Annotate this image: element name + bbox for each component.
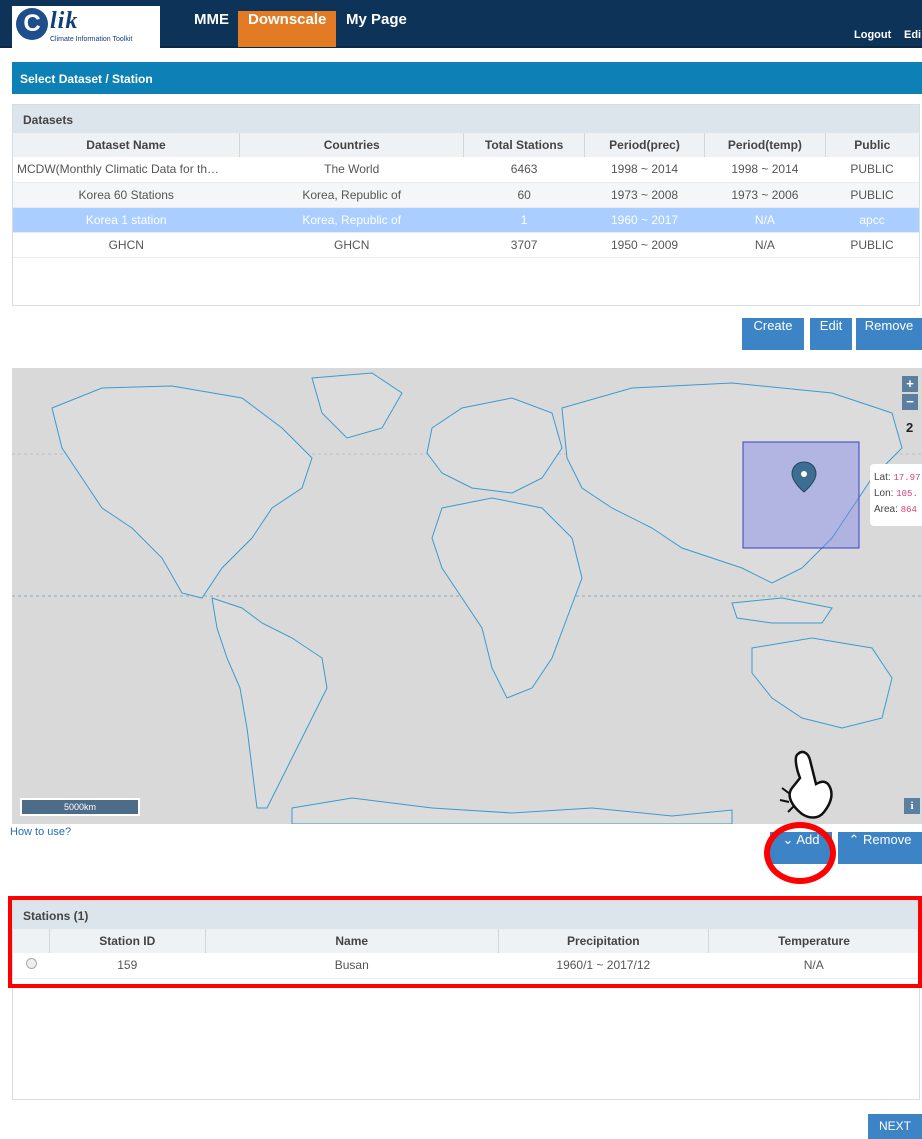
dataset-name: Korea 60 Stations xyxy=(13,182,240,208)
dataset-name: MCDW(Monthly Climatic Data for th… xyxy=(13,157,240,183)
edit-profile-link[interactable]: Edi xyxy=(904,29,921,41)
logo[interactable]: C lik Climate Information Toolkit xyxy=(12,6,160,48)
logo-letter: C xyxy=(16,8,48,40)
remove-station-button[interactable]: ⌃ Remove xyxy=(838,832,922,864)
remove-station-label: Remove xyxy=(863,832,912,847)
next-button[interactable]: NEXT xyxy=(868,1114,922,1139)
popup-area-label: Area: xyxy=(874,504,898,515)
dataset-total-stations: 1 xyxy=(463,207,585,233)
zoom-out-button[interactable]: − xyxy=(902,394,918,410)
how-to-use-link[interactable]: How to use? xyxy=(10,826,71,838)
logout-link[interactable]: Logout xyxy=(854,29,891,41)
dataset-country: The World xyxy=(239,157,464,183)
dataset-period-temp: 1973 ~ 2006 xyxy=(704,182,826,208)
dataset-public: PUBLIC xyxy=(825,232,919,258)
datasets-panel: Datasets Dataset Name Countries Total St… xyxy=(12,104,920,306)
datasets-title: Datasets xyxy=(13,105,919,133)
dataset-row[interactable]: Korea 60 Stations Korea, Republic of 60 … xyxy=(13,182,919,208)
popup-lon-value: 105. xyxy=(896,489,918,499)
create-dataset-button[interactable]: Create xyxy=(742,318,804,350)
column-header[interactable]: Period(prec) xyxy=(583,133,705,157)
column-header[interactable]: Public xyxy=(824,133,919,157)
popup-area-value: 864 xyxy=(900,505,917,515)
page-title: Select Dataset / Station xyxy=(12,62,922,94)
column-header[interactable]: Total Stations xyxy=(463,133,585,157)
map-count: 2 xyxy=(906,420,914,435)
logo-subtitle: Climate Information Toolkit xyxy=(50,36,133,43)
dataset-period-temp: N/A xyxy=(704,207,826,233)
dataset-total-stations: 6463 xyxy=(463,157,585,183)
popup-lat-value: 17.97 xyxy=(893,473,921,483)
map-info-button[interactable]: i xyxy=(904,798,920,814)
edit-dataset-button[interactable]: Edit xyxy=(810,318,852,350)
selection-popup: Lat: 17.97 Lon: 105. Area: 864 xyxy=(870,464,922,526)
dataset-period-temp: 1998 ~ 2014 xyxy=(704,157,826,183)
dataset-period-prec: 1973 ~ 2008 xyxy=(584,182,705,208)
datasets-header-row: Dataset Name Countries Total Stations Pe… xyxy=(13,133,919,157)
column-header[interactable]: Dataset Name xyxy=(13,133,240,157)
dataset-period-prec: 1950 ~ 2009 xyxy=(584,232,705,258)
logo-word: lik xyxy=(50,8,79,34)
highlight-box xyxy=(8,896,922,988)
remove-dataset-button[interactable]: Remove xyxy=(856,318,922,350)
dataset-row-selected[interactable]: Korea 1 station Korea, Republic of 1 196… xyxy=(13,207,919,233)
dataset-name: Korea 1 station xyxy=(13,207,240,233)
nav-mme[interactable]: MME xyxy=(184,11,239,47)
dataset-total-stations: 3707 xyxy=(463,232,585,258)
popup-lon-label: Lon: xyxy=(874,488,894,499)
nav-downscale[interactable]: Downscale xyxy=(238,11,337,47)
dataset-period-prec: 1998 ~ 2014 xyxy=(584,157,705,183)
popup-lat-label: Lat: xyxy=(874,472,891,483)
dataset-period-prec: 1960 ~ 2017 xyxy=(584,207,705,233)
chevron-up-icon: ⌃ xyxy=(848,832,864,847)
dataset-name: GHCN xyxy=(13,232,240,258)
column-header[interactable]: Countries xyxy=(238,133,464,157)
column-header[interactable]: Period(temp) xyxy=(704,133,826,157)
area-selection-box xyxy=(742,441,860,549)
highlight-circle xyxy=(764,822,836,884)
dataset-country: Korea, Republic of xyxy=(239,207,464,233)
map-scale-bar: 5000km xyxy=(20,798,140,816)
dataset-row[interactable]: GHCN GHCN 3707 1950 ~ 2009 N/A PUBLIC xyxy=(13,232,919,258)
dataset-country: GHCN xyxy=(239,232,464,258)
dataset-total-stations: 60 xyxy=(463,182,585,208)
dataset-period-temp: N/A xyxy=(704,232,826,258)
dataset-public: PUBLIC xyxy=(825,182,919,208)
top-bar: C lik Climate Information Toolkit MME Do… xyxy=(0,0,922,48)
dataset-country: Korea, Republic of xyxy=(239,182,464,208)
nav-my-page[interactable]: My Page xyxy=(336,11,417,47)
zoom-in-button[interactable]: + xyxy=(902,376,918,392)
datasets-table: Dataset Name Countries Total Stations Pe… xyxy=(13,133,919,258)
dataset-public: apcc xyxy=(825,207,919,233)
dataset-row[interactable]: MCDW(Monthly Climatic Data for th… The W… xyxy=(13,157,919,183)
dataset-public: PUBLIC xyxy=(825,157,919,183)
